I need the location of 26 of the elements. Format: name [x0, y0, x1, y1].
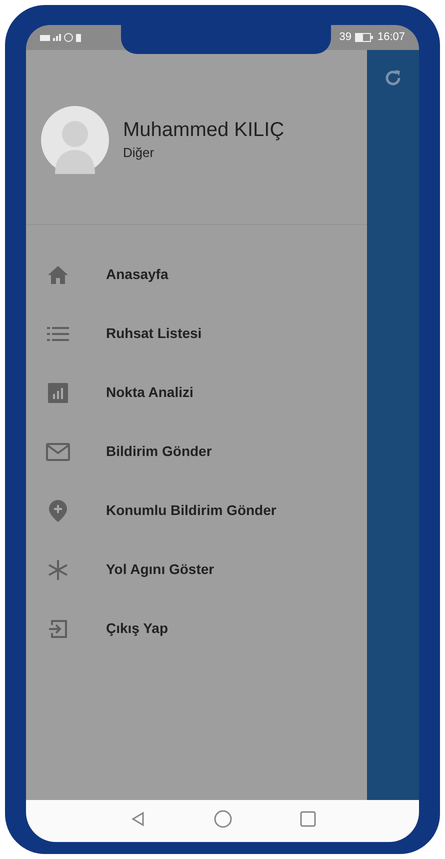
battery-icon [355, 33, 374, 42]
status-text: 39 [339, 30, 352, 46]
home-icon [46, 264, 68, 284]
back-icon[interactable] [130, 811, 146, 827]
recents-icon[interactable] [300, 811, 316, 827]
menu-item[interactable]: Yol Agını Göster [26, 540, 367, 599]
mail-icon [46, 442, 70, 460]
menu-item[interactable]: Konumlu Bildirim Gönder [26, 481, 367, 540]
signal-icon [53, 34, 61, 41]
alarm-icon [64, 33, 73, 42]
snowflake-icon [46, 558, 68, 580]
menu-item[interactable]: Nokta Analizi [26, 363, 367, 422]
list-icon [46, 326, 68, 340]
status-time: 16:07 [377, 30, 405, 46]
exit-icon [48, 618, 68, 638]
avatar-icon [41, 106, 109, 174]
home-icon[interactable] [214, 810, 232, 828]
bar-chart-icon [48, 382, 68, 402]
profile-name: Muhammed KILIÇ [123, 118, 284, 143]
menu-item[interactable]: Çıkış Yap [26, 599, 367, 658]
menu-item[interactable]: Ruhsat Listesi [26, 304, 367, 363]
menu-item[interactable]: Bildirim Gönder [26, 422, 367, 481]
location-pin-icon [48, 500, 66, 522]
profile-role: Diğer [123, 144, 156, 162]
refresh-icon[interactable] [384, 69, 402, 87]
menu-item[interactable]: Anasayfa [26, 245, 367, 304]
